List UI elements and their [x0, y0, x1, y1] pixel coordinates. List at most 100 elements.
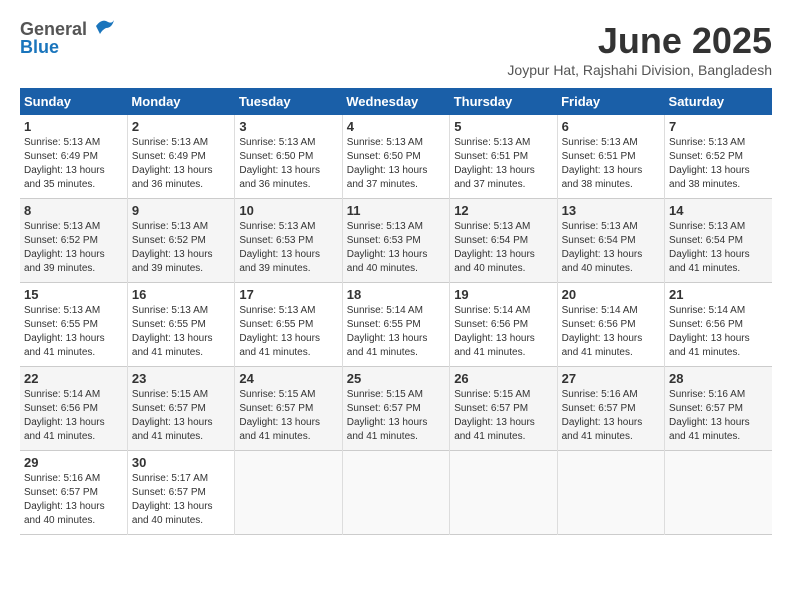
day-number: 5 [454, 119, 552, 134]
day-number: 22 [24, 371, 123, 386]
calendar-cell: 17 Sunrise: 5:13 AMSunset: 6:55 PMDaylig… [235, 283, 342, 367]
calendar-table: Sunday Monday Tuesday Wednesday Thursday… [20, 88, 772, 535]
day-number: 7 [669, 119, 768, 134]
day-headers-row: Sunday Monday Tuesday Wednesday Thursday… [20, 88, 772, 115]
day-number: 2 [132, 119, 230, 134]
calendar-week-row: 1 Sunrise: 5:13 AMSunset: 6:49 PMDayligh… [20, 115, 772, 199]
calendar-cell: 27 Sunrise: 5:16 AMSunset: 6:57 PMDaylig… [557, 367, 664, 451]
logo: General Blue [20, 20, 116, 56]
day-info: Sunrise: 5:13 AMSunset: 6:53 PMDaylight:… [239, 221, 320, 274]
calendar-cell: 26 Sunrise: 5:15 AMSunset: 6:57 PMDaylig… [450, 367, 557, 451]
day-info: Sunrise: 5:13 AMSunset: 6:54 PMDaylight:… [454, 221, 535, 274]
day-info: Sunrise: 5:13 AMSunset: 6:52 PMDaylight:… [132, 221, 213, 274]
day-number: 4 [347, 119, 445, 134]
calendar-cell: 9 Sunrise: 5:13 AMSunset: 6:52 PMDayligh… [127, 199, 234, 283]
day-info: Sunrise: 5:16 AMSunset: 6:57 PMDaylight:… [669, 389, 750, 442]
day-number: 17 [239, 287, 337, 302]
day-number: 8 [24, 203, 123, 218]
calendar-cell: 2 Sunrise: 5:13 AMSunset: 6:49 PMDayligh… [127, 115, 234, 199]
day-number: 28 [669, 371, 768, 386]
day-info: Sunrise: 5:13 AMSunset: 6:49 PMDaylight:… [132, 137, 213, 190]
calendar-subtitle: Joypur Hat, Rajshahi Division, Banglades… [507, 62, 772, 78]
logo-general: General [20, 19, 87, 39]
day-info: Sunrise: 5:13 AMSunset: 6:55 PMDaylight:… [239, 305, 320, 358]
day-info: Sunrise: 5:14 AMSunset: 6:56 PMDaylight:… [562, 305, 643, 358]
calendar-cell: 7 Sunrise: 5:13 AMSunset: 6:52 PMDayligh… [665, 115, 772, 199]
header-monday: Monday [127, 88, 234, 115]
calendar-cell: 6 Sunrise: 5:13 AMSunset: 6:51 PMDayligh… [557, 115, 664, 199]
calendar-title: June 2025 [507, 20, 772, 62]
calendar-cell: 10 Sunrise: 5:13 AMSunset: 6:53 PMDaylig… [235, 199, 342, 283]
header-tuesday: Tuesday [235, 88, 342, 115]
calendar-cell: 18 Sunrise: 5:14 AMSunset: 6:55 PMDaylig… [342, 283, 449, 367]
day-number: 15 [24, 287, 123, 302]
calendar-cell: 8 Sunrise: 5:13 AMSunset: 6:52 PMDayligh… [20, 199, 127, 283]
header-saturday: Saturday [665, 88, 772, 115]
calendar-cell [342, 451, 449, 535]
day-info: Sunrise: 5:14 AMSunset: 6:56 PMDaylight:… [669, 305, 750, 358]
calendar-week-row: 15 Sunrise: 5:13 AMSunset: 6:55 PMDaylig… [20, 283, 772, 367]
day-number: 6 [562, 119, 660, 134]
day-number: 26 [454, 371, 552, 386]
day-info: Sunrise: 5:15 AMSunset: 6:57 PMDaylight:… [132, 389, 213, 442]
calendar-cell: 4 Sunrise: 5:13 AMSunset: 6:50 PMDayligh… [342, 115, 449, 199]
day-info: Sunrise: 5:13 AMSunset: 6:50 PMDaylight:… [239, 137, 320, 190]
day-info: Sunrise: 5:15 AMSunset: 6:57 PMDaylight:… [347, 389, 428, 442]
day-number: 11 [347, 203, 445, 218]
calendar-week-row: 22 Sunrise: 5:14 AMSunset: 6:56 PMDaylig… [20, 367, 772, 451]
day-info: Sunrise: 5:13 AMSunset: 6:49 PMDaylight:… [24, 137, 105, 190]
day-info: Sunrise: 5:13 AMSunset: 6:55 PMDaylight:… [132, 305, 213, 358]
calendar-cell [235, 451, 342, 535]
day-number: 1 [24, 119, 123, 134]
day-info: Sunrise: 5:15 AMSunset: 6:57 PMDaylight:… [239, 389, 320, 442]
day-info: Sunrise: 5:14 AMSunset: 6:56 PMDaylight:… [24, 389, 105, 442]
day-info: Sunrise: 5:13 AMSunset: 6:51 PMDaylight:… [454, 137, 535, 190]
page-header: General Blue June 2025 Joypur Hat, Rajsh… [20, 20, 772, 78]
calendar-cell: 13 Sunrise: 5:13 AMSunset: 6:54 PMDaylig… [557, 199, 664, 283]
day-info: Sunrise: 5:14 AMSunset: 6:56 PMDaylight:… [454, 305, 535, 358]
day-number: 20 [562, 287, 660, 302]
calendar-cell: 21 Sunrise: 5:14 AMSunset: 6:56 PMDaylig… [665, 283, 772, 367]
day-info: Sunrise: 5:13 AMSunset: 6:54 PMDaylight:… [562, 221, 643, 274]
header-friday: Friday [557, 88, 664, 115]
calendar-cell: 1 Sunrise: 5:13 AMSunset: 6:49 PMDayligh… [20, 115, 127, 199]
calendar-cell: 24 Sunrise: 5:15 AMSunset: 6:57 PMDaylig… [235, 367, 342, 451]
calendar-week-row: 29 Sunrise: 5:16 AMSunset: 6:57 PMDaylig… [20, 451, 772, 535]
day-info: Sunrise: 5:14 AMSunset: 6:55 PMDaylight:… [347, 305, 428, 358]
day-info: Sunrise: 5:16 AMSunset: 6:57 PMDaylight:… [24, 473, 105, 526]
calendar-cell: 20 Sunrise: 5:14 AMSunset: 6:56 PMDaylig… [557, 283, 664, 367]
calendar-cell: 5 Sunrise: 5:13 AMSunset: 6:51 PMDayligh… [450, 115, 557, 199]
day-number: 3 [239, 119, 337, 134]
day-number: 14 [669, 203, 768, 218]
logo-bird-icon [94, 18, 116, 36]
day-info: Sunrise: 5:15 AMSunset: 6:57 PMDaylight:… [454, 389, 535, 442]
day-number: 9 [132, 203, 230, 218]
header-wednesday: Wednesday [342, 88, 449, 115]
calendar-cell: 28 Sunrise: 5:16 AMSunset: 6:57 PMDaylig… [665, 367, 772, 451]
calendar-cell: 15 Sunrise: 5:13 AMSunset: 6:55 PMDaylig… [20, 283, 127, 367]
calendar-cell: 3 Sunrise: 5:13 AMSunset: 6:50 PMDayligh… [235, 115, 342, 199]
day-info: Sunrise: 5:17 AMSunset: 6:57 PMDaylight:… [132, 473, 213, 526]
day-info: Sunrise: 5:13 AMSunset: 6:50 PMDaylight:… [347, 137, 428, 190]
header-thursday: Thursday [450, 88, 557, 115]
day-info: Sunrise: 5:16 AMSunset: 6:57 PMDaylight:… [562, 389, 643, 442]
day-info: Sunrise: 5:13 AMSunset: 6:51 PMDaylight:… [562, 137, 643, 190]
calendar-cell: 14 Sunrise: 5:13 AMSunset: 6:54 PMDaylig… [665, 199, 772, 283]
day-number: 19 [454, 287, 552, 302]
calendar-cell: 19 Sunrise: 5:14 AMSunset: 6:56 PMDaylig… [450, 283, 557, 367]
day-info: Sunrise: 5:13 AMSunset: 6:55 PMDaylight:… [24, 305, 105, 358]
calendar-cell: 11 Sunrise: 5:13 AMSunset: 6:53 PMDaylig… [342, 199, 449, 283]
calendar-cell: 16 Sunrise: 5:13 AMSunset: 6:55 PMDaylig… [127, 283, 234, 367]
day-number: 21 [669, 287, 768, 302]
calendar-cell: 22 Sunrise: 5:14 AMSunset: 6:56 PMDaylig… [20, 367, 127, 451]
day-number: 24 [239, 371, 337, 386]
day-number: 10 [239, 203, 337, 218]
day-number: 12 [454, 203, 552, 218]
day-number: 27 [562, 371, 660, 386]
day-number: 25 [347, 371, 445, 386]
calendar-cell: 30 Sunrise: 5:17 AMSunset: 6:57 PMDaylig… [127, 451, 234, 535]
day-number: 23 [132, 371, 230, 386]
calendar-cell: 25 Sunrise: 5:15 AMSunset: 6:57 PMDaylig… [342, 367, 449, 451]
calendar-cell: 12 Sunrise: 5:13 AMSunset: 6:54 PMDaylig… [450, 199, 557, 283]
day-number: 30 [132, 455, 230, 470]
